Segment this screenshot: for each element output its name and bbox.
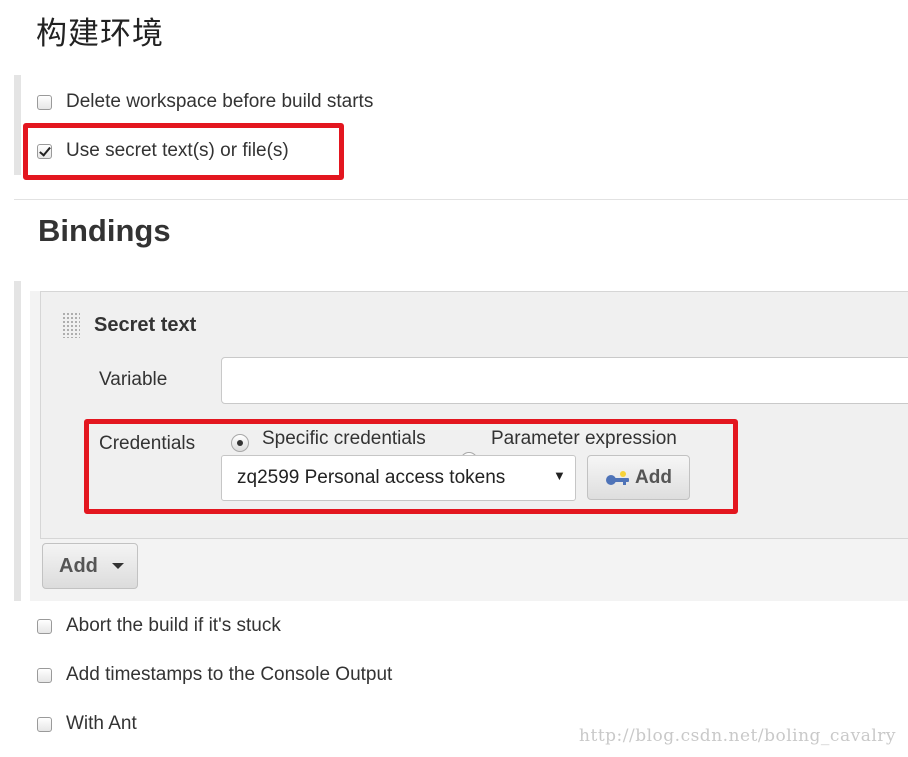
highlight-credentials	[84, 419, 738, 514]
watermark: http://blog.csdn.net/boling_cavalry	[579, 726, 896, 746]
option-label: Add timestamps to the Console Output	[66, 664, 393, 685]
variable-label: Variable	[99, 369, 168, 390]
option-delete-workspace[interactable]: Delete workspace before build starts	[37, 88, 373, 116]
checkbox-add-timestamps[interactable]	[37, 667, 52, 683]
option-label: With Ant	[66, 713, 137, 734]
binding-type-title: Secret text	[94, 314, 197, 336]
bindings-title: Bindings	[38, 213, 171, 248]
checkbox-abort-stuck[interactable]	[37, 618, 52, 634]
section-title: 构建环境	[36, 16, 164, 52]
option-add-timestamps[interactable]: Add timestamps to the Console Output	[37, 661, 392, 689]
option-label: Abort the build if it's stuck	[66, 615, 281, 636]
checkbox-delete-workspace[interactable]	[37, 94, 52, 110]
drag-handle-icon[interactable]	[62, 312, 80, 338]
add-binding-label: Add	[59, 554, 98, 577]
option-with-ant[interactable]: With Ant	[37, 710, 137, 738]
section-gutter	[14, 75, 21, 175]
add-binding-button[interactable]: Add	[42, 543, 138, 589]
bindings-gutter	[14, 281, 21, 601]
divider	[14, 199, 908, 200]
highlight-use-secret	[23, 123, 344, 180]
variable-input[interactable]	[221, 357, 908, 404]
caret-down-icon	[111, 563, 124, 569]
option-abort-stuck[interactable]: Abort the build if it's stuck	[37, 612, 281, 640]
checkbox-with-ant[interactable]	[37, 716, 52, 732]
option-label: Delete workspace before build starts	[66, 91, 374, 112]
